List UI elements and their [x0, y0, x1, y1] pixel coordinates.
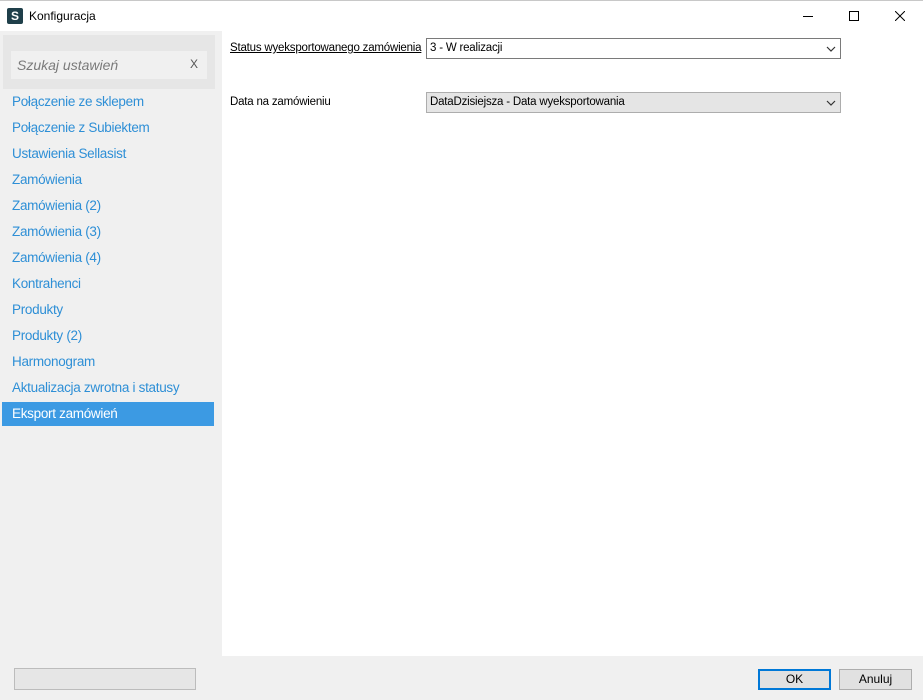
- close-icon: [895, 11, 905, 21]
- sidebar-item[interactable]: Harmonogram: [2, 350, 214, 374]
- minimize-button[interactable]: [785, 1, 831, 31]
- sidebar-item[interactable]: Eksport zamówień: [2, 402, 214, 426]
- sidebar-item[interactable]: Zamówienia: [2, 168, 214, 192]
- ok-button[interactable]: OK: [758, 669, 831, 690]
- status-select[interactable]: 3 - W realizacji: [426, 38, 841, 59]
- sidebar-item[interactable]: Zamówienia (3): [2, 220, 214, 244]
- maximize-icon: [849, 11, 859, 21]
- chevron-down-icon: [826, 100, 836, 106]
- maximize-button[interactable]: [831, 1, 877, 31]
- search-container: X: [3, 35, 215, 89]
- settings-panel: Status wyeksportowanego zamówienia 3 - W…: [222, 31, 923, 656]
- sidebar-item[interactable]: Zamówienia (2): [2, 194, 214, 218]
- minimize-icon: [803, 16, 813, 17]
- status-bar: [14, 668, 196, 690]
- sidebar-item[interactable]: Połączenie ze sklepem: [2, 90, 214, 114]
- sidebar-item[interactable]: Aktualizacja zwrotna i statusy: [2, 376, 214, 400]
- window-title: Konfiguracja: [29, 9, 96, 23]
- app-logo-icon: S: [7, 8, 23, 24]
- date-select[interactable]: DataDzisiejsza - Data wyeksportowania: [426, 92, 841, 113]
- sidebar-item[interactable]: Ustawienia Sellasist: [2, 142, 214, 166]
- date-field-label: Data na zamówieniu: [230, 96, 331, 108]
- sidebar-item[interactable]: Produkty: [2, 298, 214, 322]
- status-field-label: Status wyeksportowanego zamówienia: [230, 42, 422, 54]
- date-select-value: DataDzisiejsza - Data wyeksportowania: [430, 96, 625, 108]
- sidebar-item[interactable]: Kontrahenci: [2, 272, 214, 296]
- sidebar-item[interactable]: Zamówienia (4): [2, 246, 214, 270]
- chevron-down-icon: [826, 46, 836, 52]
- settings-sidebar: X Połączenie ze sklepemPołączenie z Subi…: [0, 31, 222, 656]
- cancel-button[interactable]: Anuluj: [839, 669, 912, 690]
- sidebar-item[interactable]: Produkty (2): [2, 324, 214, 348]
- sidebar-item[interactable]: Połączenie z Subiektem: [2, 116, 214, 140]
- title-bar: S Konfiguracja: [0, 0, 923, 31]
- search-clear-button[interactable]: X: [187, 57, 201, 71]
- close-button[interactable]: [877, 1, 923, 31]
- config-window: S Konfiguracja X Połączenie ze sklepemPo…: [0, 0, 923, 700]
- status-select-value: 3 - W realizacji: [430, 42, 503, 54]
- search-input[interactable]: [11, 51, 207, 79]
- settings-nav: Połączenie ze sklepem Połączenie z Subiek…: [2, 90, 214, 428]
